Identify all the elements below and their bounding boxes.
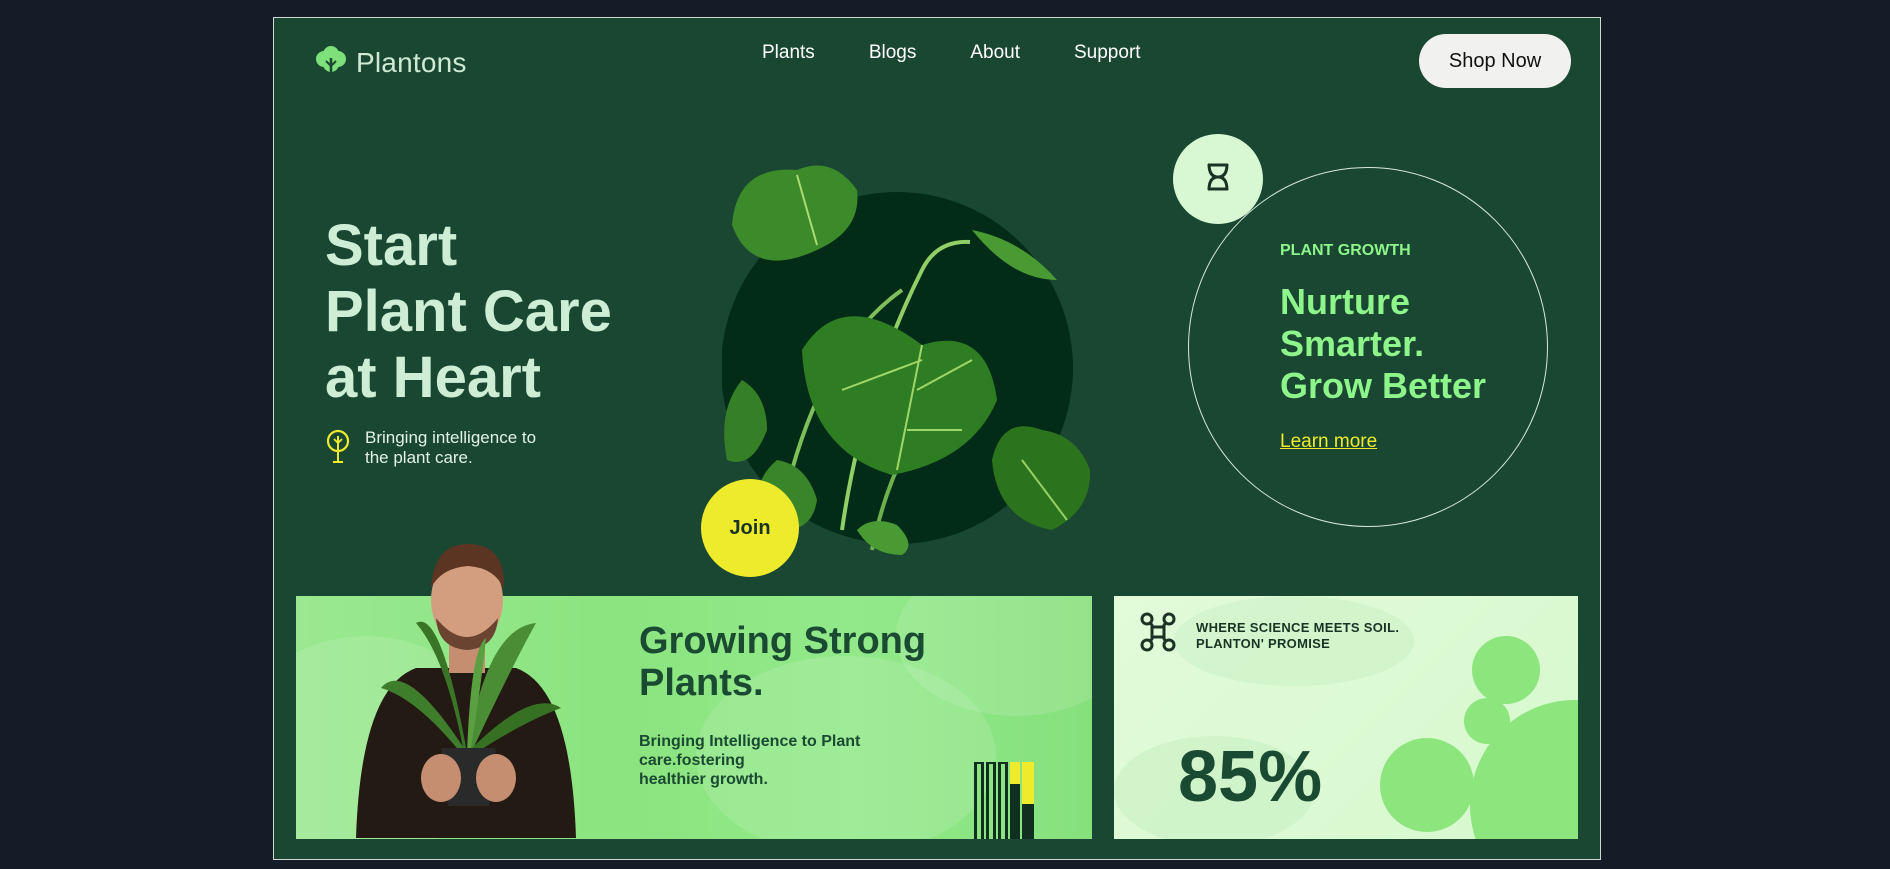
nav-item-about[interactable]: About (970, 42, 1020, 64)
shop-now-button[interactable]: Shop Now (1419, 34, 1571, 88)
growth-title: Nurture Smarter. Grow Better (1280, 281, 1486, 407)
growth-label: PLANT GROWTH (1280, 242, 1411, 259)
dna-badge (1173, 134, 1263, 224)
page-frame: Plantons Plants Blogs About Support Shop… (273, 17, 1601, 860)
hero-title-line: Plant Care (325, 279, 612, 344)
growth-title-line: Nurture (1280, 281, 1411, 322)
plant-logo-icon (312, 44, 350, 82)
brand-name: Plantons (356, 47, 467, 78)
card-text: Bringing Intelligence to Plant care.fost… (639, 732, 879, 789)
card-text-line: care.fostering (639, 752, 745, 769)
card-title-line: Growing Strong (639, 620, 927, 662)
card-text-line: Bringing Intelligence to Plant (639, 733, 861, 750)
growth-title-line: Grow Better (1280, 365, 1487, 406)
card-title-line: Plants. (639, 662, 764, 704)
hero-title-line: at Heart (325, 345, 541, 410)
bar-graphic (974, 762, 1034, 839)
promise-heading-line: WHERE SCIENCE MEETS SOIL. (1196, 620, 1400, 635)
main-nav: Plants Blogs About Support (762, 42, 1141, 64)
dna-icon (1205, 162, 1231, 197)
person-holding-plant-image (346, 538, 586, 838)
card-title: Growing Strong Plants. (639, 620, 926, 704)
promise-heading: WHERE SCIENCE MEETS SOIL. PLANTON' PROMI… (1196, 620, 1399, 652)
hero-title: Start Plant Care at Heart (325, 213, 612, 411)
tagline-line: the plant care. (365, 448, 473, 467)
tagline-line: Bringing intelligence to (365, 428, 537, 447)
brand-logo[interactable]: Plantons (312, 44, 467, 82)
hero-tagline: Bringing intelligence to the plant care. (325, 428, 555, 469)
nav-item-plants[interactable]: Plants (762, 42, 815, 64)
nav-item-support[interactable]: Support (1074, 42, 1141, 64)
learn-more-link[interactable]: Learn more (1280, 431, 1377, 453)
nav-item-blogs[interactable]: Blogs (869, 42, 917, 64)
science-promise-card: WHERE SCIENCE MEETS SOIL. PLANTON' PROMI… (1114, 596, 1578, 839)
promise-stat: 85% (1178, 737, 1323, 817)
molecule-icon (1140, 612, 1176, 657)
card-text-line: healthier growth. (639, 771, 768, 788)
hero-title-line: Start (325, 213, 458, 278)
decorative-dot (1380, 738, 1474, 832)
lightbulb-plant-icon (325, 428, 351, 469)
growth-title-line: Smarter. (1280, 323, 1425, 364)
promise-heading-line: PLANTON' PROMISE (1196, 636, 1331, 651)
decorative-dot (1472, 636, 1540, 704)
join-button[interactable]: Join (701, 479, 799, 577)
tagline-text: Bringing intelligence to the plant care. (365, 428, 555, 468)
